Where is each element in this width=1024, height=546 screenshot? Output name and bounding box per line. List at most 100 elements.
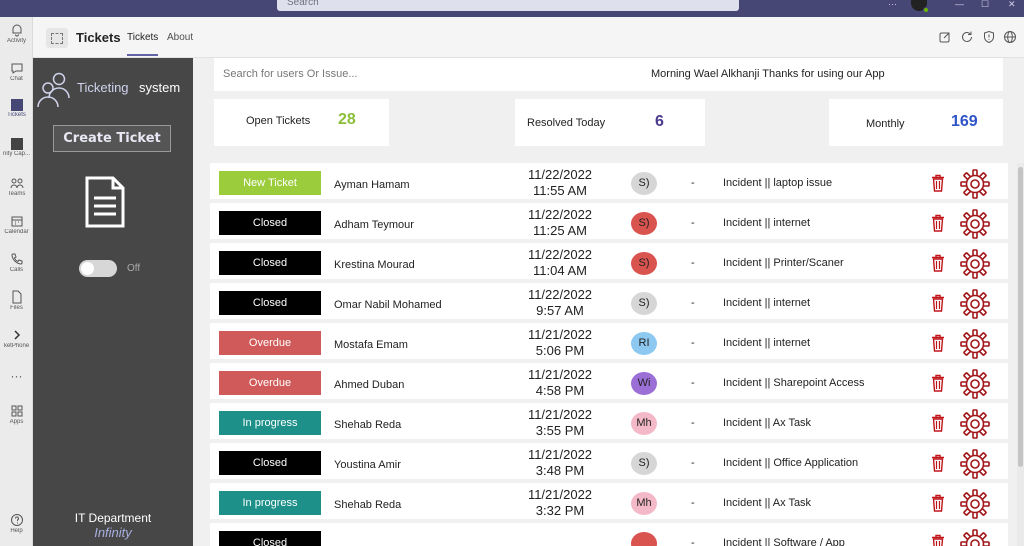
ticket-row[interactable]: Closed - Incident || Software / App [210, 523, 1008, 546]
rail-item-community[interactable]: nity Cap... [0, 138, 33, 157]
ticket-datetime: 11/21/2022 3:55 PM [505, 407, 615, 439]
rail-label: Activity [6, 38, 26, 44]
user-avatar[interactable] [911, 0, 929, 13]
rail-item-activity[interactable]: Activity [0, 23, 33, 44]
ticket-time: 5:06 PM [535, 343, 585, 358]
rail-item-calls[interactable]: Calls [0, 252, 33, 273]
ticket-separator: - [691, 177, 695, 189]
ticket-status-badge[interactable]: In progress [219, 491, 321, 515]
delete-icon[interactable] [931, 454, 945, 472]
rail-item-teams[interactable]: Teams [0, 176, 33, 197]
delete-icon[interactable] [931, 174, 945, 192]
ticket-description: Incident || Software / App [723, 537, 845, 546]
tab-tickets[interactable]: Tickets [127, 32, 159, 56]
scrollbar-thumb[interactable] [1018, 167, 1023, 467]
popout-icon[interactable] [938, 30, 952, 44]
ticket-time: 4:58 PM [535, 383, 585, 398]
minimize-icon[interactable]: — [955, 0, 964, 9]
ticket-separator: - [691, 297, 695, 309]
maximize-icon[interactable]: ☐ [981, 0, 989, 9]
ticket-status-badge[interactable]: Closed [219, 211, 321, 235]
stat-label: Resolved Today [527, 117, 606, 129]
rail-item-chat[interactable]: Chat [0, 61, 33, 82]
ticket-datetime: 11/21/2022 3:32 PM [505, 487, 615, 519]
users-logo-icon [37, 72, 70, 108]
rail-item-help[interactable]: Help [0, 513, 33, 534]
department-subtitle: Infinity [94, 525, 132, 540]
rail-item-apps[interactable]: Apps [0, 404, 33, 425]
ticket-status-badge[interactable]: Overdue [219, 371, 321, 395]
rail-item-tickets[interactable]: Tickets [0, 99, 33, 118]
ticket-row[interactable]: In progress Shehab Reda 11/21/2022 3:32 PM M… [210, 483, 1008, 519]
stat-monthly: Monthly 169 [829, 99, 1003, 146]
ticket-status-badge[interactable]: Closed [219, 251, 321, 275]
assignee-avatar: Mh [631, 492, 657, 515]
refresh-icon[interactable] [960, 30, 974, 44]
more-apps-icon[interactable]: ··· [0, 369, 33, 383]
chat-icon [11, 63, 22, 74]
shield-icon[interactable] [982, 30, 996, 44]
assignee-avatar: S) [631, 252, 657, 275]
ticket-description: Incident || internet [723, 337, 811, 349]
rail-item-ticketphone[interactable]: ketPhone [0, 328, 33, 349]
ticket-date: 11/21/2022 [527, 487, 593, 502]
ticket-status-badge[interactable]: In progress [219, 411, 321, 435]
close-icon[interactable]: ✕ [1008, 0, 1016, 9]
tab-about[interactable]: About [167, 32, 193, 43]
settings-gear-icon[interactable] [960, 489, 990, 519]
app-icon [46, 28, 68, 48]
ticket-status-badge[interactable]: Closed [219, 531, 321, 546]
ticket-datetime: 11/22/2022 11:04 AM [505, 247, 615, 279]
ticket-row[interactable]: Closed Krestina Mourad 11/22/2022 11:04 AM S… [210, 243, 1008, 279]
settings-gear-icon[interactable] [960, 289, 990, 319]
delete-icon[interactable] [931, 494, 945, 512]
ticket-separator: - [691, 337, 695, 349]
delete-icon[interactable] [931, 334, 945, 352]
ticket-status-badge[interactable]: Closed [219, 291, 321, 315]
create-ticket-button[interactable]: Create Ticket [53, 125, 171, 152]
ticket-time: 3:32 PM [535, 503, 585, 518]
globe-icon[interactable] [1003, 30, 1017, 44]
delete-icon[interactable] [931, 294, 945, 312]
ticket-row[interactable]: Closed Adham Teymour 11/22/2022 11:25 AM S) -… [210, 203, 1008, 239]
ticket-status-badge[interactable]: Overdue [219, 331, 321, 355]
ticket-list-scrollbar[interactable] [1017, 163, 1024, 546]
more-icon[interactable]: ··· [888, 0, 897, 9]
rail-label: Calls [9, 267, 24, 273]
delete-icon[interactable] [931, 374, 945, 392]
ticket-row[interactable]: New Ticket Ayman Hamam 11/22/2022 11:55 AM S… [210, 163, 1008, 199]
ticket-row[interactable]: Closed Youstina Amir 11/21/2022 3:48 PM S) - I… [210, 443, 1008, 479]
ticket-row[interactable]: Overdue Ahmed Duban 11/21/2022 4:58 PM Wi - In… [210, 363, 1008, 399]
ticket-separator: - [691, 497, 695, 509]
settings-gear-icon[interactable] [960, 409, 990, 439]
delete-icon[interactable] [931, 534, 945, 546]
teams-search-box[interactable]: Search [277, 0, 739, 11]
stat-open-tickets: Open Tickets 28 [214, 99, 389, 146]
ticket-row[interactable]: Overdue Mostafa Emam 11/21/2022 5:06 PM RI - I… [210, 323, 1008, 359]
ticket-date: 11/22/2022 [527, 247, 593, 262]
ticket-row[interactable]: Closed Omar Nabil Mohamed 11/22/2022 9:57 A… [210, 283, 1008, 319]
ticket-status-badge[interactable]: New Ticket [219, 171, 321, 195]
settings-gear-icon[interactable] [960, 369, 990, 399]
rail-item-files[interactable]: Files [0, 290, 33, 311]
settings-gear-icon[interactable] [960, 449, 990, 479]
delete-icon[interactable] [931, 214, 945, 232]
ticket-description: Incident || Ax Task [723, 417, 812, 429]
search-input[interactable]: Search for users Or Issue... [223, 68, 358, 80]
ticket-row[interactable]: In progress Shehab Reda 11/21/2022 3:55 PM M… [210, 403, 1008, 439]
settings-gear-icon[interactable] [960, 529, 990, 546]
settings-gear-icon[interactable] [960, 329, 990, 359]
ticket-description: Incident || laptop issue [723, 177, 833, 189]
rail-item-calendar[interactable]: Calendar [0, 214, 33, 235]
community-app-icon [10, 138, 23, 150]
delete-icon[interactable] [931, 414, 945, 432]
settings-gear-icon[interactable] [960, 209, 990, 239]
settings-gear-icon[interactable] [960, 169, 990, 199]
settings-gear-icon[interactable] [960, 249, 990, 279]
ticket-status-badge[interactable]: Closed [219, 451, 321, 475]
status-toggle[interactable] [79, 260, 117, 277]
delete-icon[interactable] [931, 254, 945, 272]
ticket-datetime: 11/22/2022 11:25 AM [505, 207, 615, 239]
brand-word-ticketing: Ticketing [77, 80, 129, 95]
stat-value: 28 [338, 111, 356, 128]
